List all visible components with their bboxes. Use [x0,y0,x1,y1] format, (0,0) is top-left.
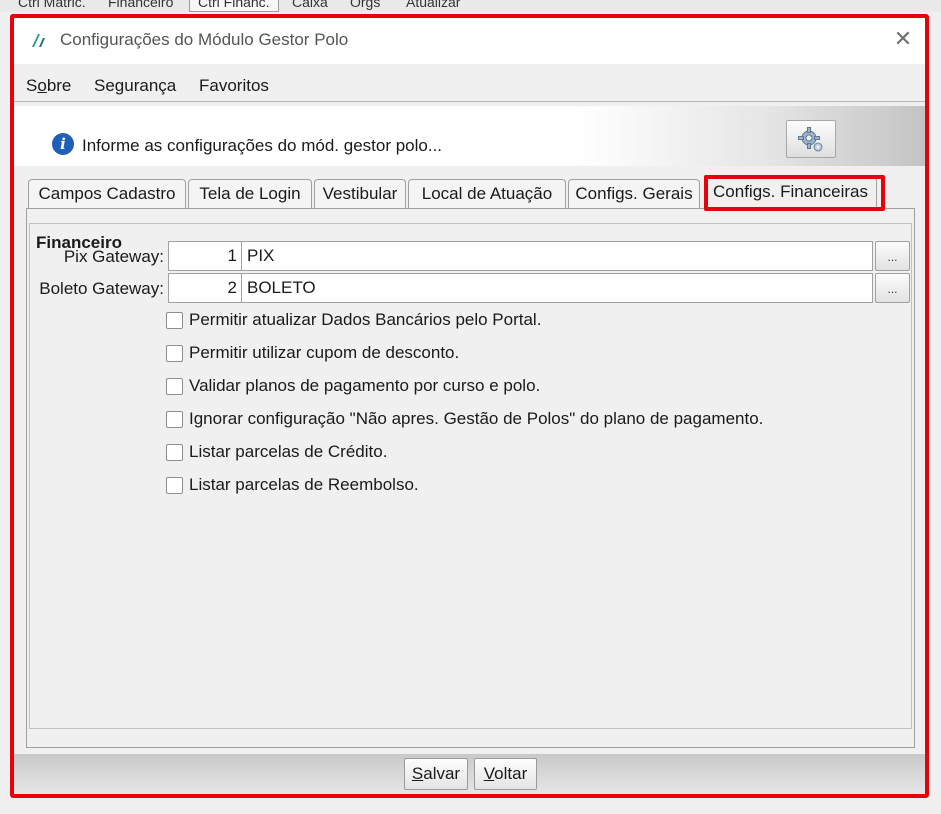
parent-tab-ctrl-financ[interactable]: Ctrl Financ. [189,0,279,12]
parent-tab-caixa[interactable]: Caixa [292,0,328,12]
parent-tab-strip: Ctrl Matric. Financeiro Ctrl Financ. Cai… [0,0,941,12]
parent-tab-ctrl-matric[interactable]: Ctrl Matric. [18,0,86,12]
tab-configs-financeiras[interactable]: Configs. Financeiras [704,177,877,209]
parent-tab-orgs[interactable]: Orgs [350,0,380,12]
parent-tab-financeiro[interactable]: Financeiro [108,0,173,12]
parent-tab-atualizar[interactable]: Atualizar [406,0,460,12]
highlight-frame [10,14,929,798]
